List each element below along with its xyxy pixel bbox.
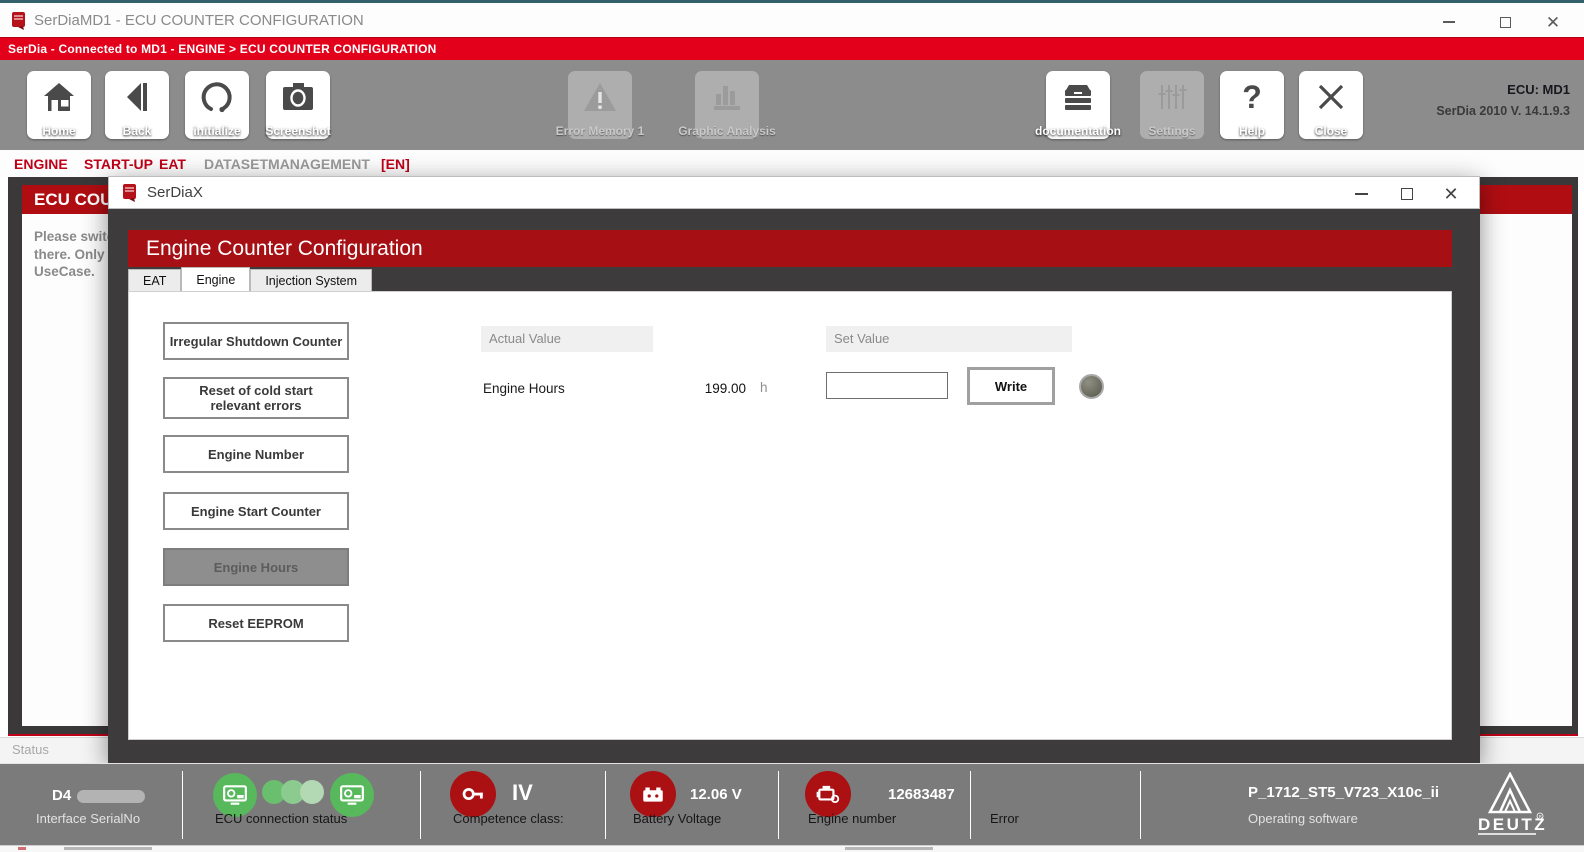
warning-triangle-icon <box>582 79 618 115</box>
camera-icon <box>280 79 316 115</box>
dialog-titlebar: SerDiaX ✕ <box>108 176 1480 209</box>
serial-number-pill <box>77 790 145 803</box>
connection-banner: SerDia - Connected to MD1 - ENGINE > ECU… <box>0 37 1584 60</box>
operating-software-value: P_1712_ST5_V723_X10c_ii <box>1248 784 1439 801</box>
tab-eat[interactable]: EAT <box>128 269 181 291</box>
version-label: SerDia 2010 V. 14.1.9.3 <box>1436 104 1570 118</box>
drawers-icon <box>1060 79 1096 115</box>
dialog-content: Irregular Shutdown Counter Reset of cold… <box>128 291 1452 740</box>
competence-class-value: IV <box>512 780 533 806</box>
dialog-title: SerDiaX <box>147 184 203 201</box>
reset-eeprom-button[interactable]: Reset EEPROM <box>163 604 349 642</box>
edge-mark <box>18 847 26 850</box>
settings-button: Settings <box>1140 71 1204 139</box>
error-label: Error <box>990 811 1019 826</box>
minimize-button[interactable] <box>1426 11 1472 33</box>
set-value-header: Set Value <box>826 326 1072 352</box>
interface-serial-label: Interface SerialNo <box>36 811 140 826</box>
edge-mark <box>845 847 933 850</box>
breadcrumb: SerDia - Connected to MD1 - ENGINE > ECU… <box>8 42 437 56</box>
home-button[interactable]: Home <box>27 71 91 139</box>
tab-injection-system[interactable]: Injection System <box>250 269 372 291</box>
engine-hours-actual-value: 199.00 <box>579 381 746 396</box>
documentation-button[interactable]: documentation <box>1046 71 1110 139</box>
initialize-icon <box>199 79 235 115</box>
back-button[interactable]: Back <box>105 71 169 139</box>
dialog-maximize-button[interactable] <box>1385 183 1429 205</box>
question-mark-icon: ? <box>1234 79 1270 115</box>
irregular-shutdown-counter-button[interactable]: Irregular Shutdown Counter <box>163 322 349 360</box>
menu-language[interactable]: [EN] <box>381 156 410 172</box>
reset-cold-start-errors-button[interactable]: Reset of cold start relevant errors <box>163 377 349 419</box>
graphic-analysis-button: Graphic Analysis <box>695 71 759 139</box>
engine-hours-button[interactable]: Engine Hours <box>163 548 349 586</box>
menubar: ENGINE START-UP EAT DATASETMANAGEMENT [E… <box>0 150 1584 177</box>
maximize-button[interactable] <box>1482 11 1528 33</box>
divider <box>1140 771 1141 839</box>
engine-number-value: 12683487 <box>888 786 955 803</box>
menu-startup[interactable]: START-UP <box>84 156 153 172</box>
deutz-logo: R DEUTZ <box>1470 772 1550 841</box>
ecu-connection-label: ECU connection status <box>215 811 347 826</box>
bottom-edge-strip <box>0 845 1584 852</box>
home-icon <box>41 79 77 115</box>
close-app-button[interactable]: Close <box>1299 71 1363 139</box>
close-window-button[interactable]: ✕ <box>1530 11 1576 33</box>
operating-software-label: Operating software <box>1248 811 1358 826</box>
menu-engine[interactable]: ENGINE <box>14 156 68 172</box>
bar-chart-icon <box>709 79 745 115</box>
error-memory-button: Error Memory 1 <box>568 71 632 139</box>
divider <box>420 771 421 839</box>
battery-voltage-label: Battery Voltage <box>633 811 721 826</box>
dialog-tabs: EAT Engine Injection System <box>128 267 372 291</box>
edge-mark <box>64 847 152 850</box>
app-window: SerDiaMD1 - ECU COUNTER CONFIGURATION ✕ … <box>0 0 1584 852</box>
divider <box>778 771 779 839</box>
status-label: Status <box>12 742 49 757</box>
main-titlebar: SerDiaMD1 - ECU COUNTER CONFIGURATION ✕ <box>0 0 1584 37</box>
serdiax-dialog: SerDiaX ✕ Engine Counter Configuration E… <box>108 176 1480 763</box>
divider <box>605 771 606 839</box>
deutz-wordmark: DEUTZ <box>1478 815 1547 834</box>
engine-start-counter-button[interactable]: Engine Start Counter <box>163 492 349 530</box>
serdiax-icon <box>120 183 140 208</box>
competence-class-label: Competence class: <box>453 811 564 826</box>
dialog-minimize-button[interactable] <box>1339 183 1383 205</box>
engine-hours-row-label: Engine Hours <box>483 381 565 396</box>
write-button[interactable]: Write <box>967 367 1055 405</box>
actual-value-header: Actual Value <box>481 326 653 352</box>
set-value-input[interactable] <box>826 372 948 399</box>
ecu-label: ECU: MD1 <box>1507 82 1570 97</box>
engine-number-label: Engine number <box>808 811 896 826</box>
interface-serial-value: D4 <box>52 787 145 804</box>
window-title: SerDiaMD1 - ECU COUNTER CONFIGURATION <box>34 12 364 29</box>
divider <box>182 771 183 839</box>
divider <box>970 771 971 839</box>
toolbar: Home Back initialize Screenshot Error Me <box>0 60 1584 150</box>
screenshot-button[interactable]: Screenshot <box>266 71 330 139</box>
tab-engine[interactable]: Engine <box>181 267 250 291</box>
back-icon <box>119 79 155 115</box>
menu-datasetmanagement[interactable]: DATASETMANAGEMENT <box>204 156 370 172</box>
sliders-icon <box>1154 79 1190 115</box>
battery-voltage-value: 12.06 V <box>690 786 742 803</box>
bottom-statusbar: D4 Interface SerialNo ECU connection sta… <box>0 763 1584 845</box>
initialize-button[interactable]: initialize <box>185 71 249 139</box>
write-status-led-icon <box>1079 374 1104 399</box>
menu-eat[interactable]: EAT <box>159 156 186 172</box>
engine-number-button[interactable]: Engine Number <box>163 435 349 473</box>
dialog-close-button[interactable]: ✕ <box>1429 183 1473 205</box>
app-icon <box>9 11 29 36</box>
dialog-header: Engine Counter Configuration <box>128 230 1452 267</box>
engine-hours-unit: h <box>760 380 768 395</box>
help-button[interactable]: ? Help <box>1220 71 1284 139</box>
connection-dot-icon <box>300 780 324 804</box>
close-x-icon <box>1313 79 1349 115</box>
